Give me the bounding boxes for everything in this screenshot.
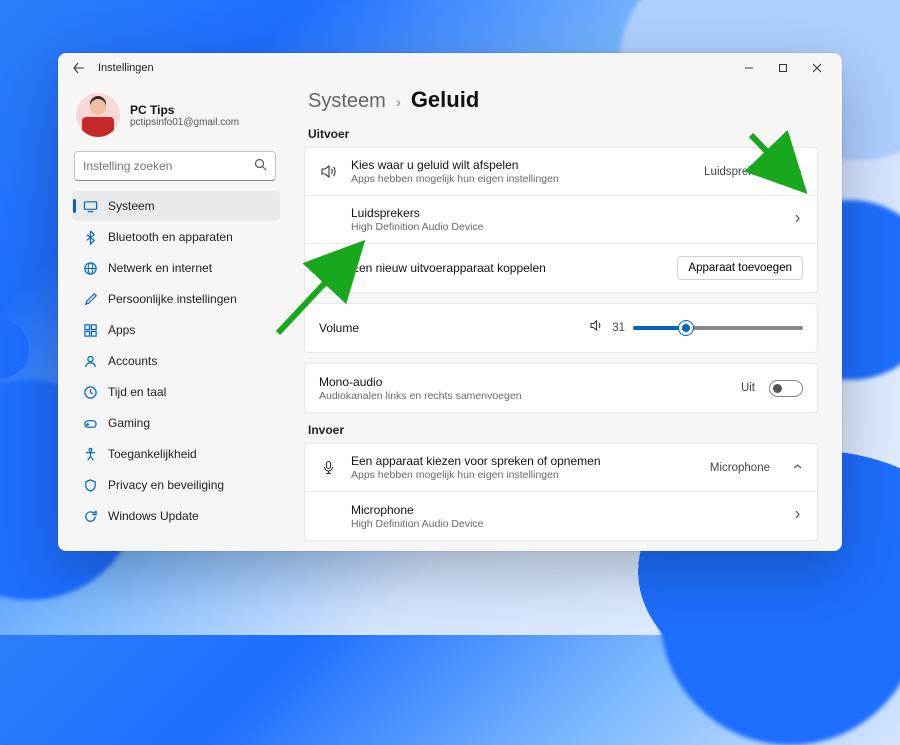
output-device-row[interactable]: Luidsprekers High Definition Audio Devic… (305, 196, 817, 244)
output-current-device: Luidsprekers (704, 166, 770, 178)
sidebar-item-system[interactable]: Systeem (72, 191, 280, 221)
volume-slider[interactable] (633, 326, 803, 330)
breadcrumb-current: Geluid (411, 87, 479, 113)
titlebar: Instellingen (58, 53, 842, 83)
sidebar-item-bluetooth[interactable]: Bluetooth en apparaten (72, 222, 280, 252)
bluetooth-icon (82, 229, 98, 245)
volume-value: 31 (612, 322, 625, 334)
nav-list: Systeem Bluetooth en apparaten Netwerk en … (72, 191, 280, 531)
output-device-name: Luidsprekers (351, 206, 770, 220)
search-box[interactable] (74, 151, 276, 181)
mono-row: Mono-audio Audiokanalen links en rechts … (305, 364, 817, 412)
breadcrumb: Systeem › Geluid (308, 87, 818, 113)
volume-card: Volume 31 (304, 303, 818, 353)
time-icon (82, 384, 98, 400)
sidebar-item-time[interactable]: Tijd en taal (72, 377, 280, 407)
chevron-up-icon[interactable] (792, 163, 803, 181)
profile-email: pctipsinfo01@gmail.com (130, 117, 239, 128)
sidebar-item-label: Toegankelijkheid (108, 447, 197, 461)
volume-fill (633, 326, 686, 330)
sidebar-item-gaming[interactable]: Gaming (72, 408, 280, 438)
close-button[interactable] (800, 54, 834, 82)
output-card: Kies waar u geluid wilt afspelen Apps he… (304, 147, 818, 293)
sidebar-item-label: Persoonlijke instellingen (108, 292, 237, 306)
output-device-desc: High Definition Audio Device (351, 221, 770, 233)
chevron-right-icon (792, 507, 803, 525)
mono-desc: Audiokanalen links en rechts samenvoegen (319, 390, 727, 402)
sidebar-item-label: Accounts (108, 354, 157, 368)
sidebar-item-update[interactable]: Windows Update (72, 501, 280, 531)
personal-icon (82, 291, 98, 307)
sidebar-item-privacy[interactable]: Privacy en beveiliging (72, 470, 280, 500)
minimize-button[interactable] (732, 54, 766, 82)
sidebar-item-access[interactable]: Toegankelijkheid (72, 439, 280, 469)
input-device-row[interactable]: Microphone High Definition Audio Device (305, 492, 817, 540)
volume-icon[interactable] (589, 318, 604, 338)
input-choose-desc: Apps hebben mogelijk hun eigen instellin… (351, 469, 696, 481)
microphone-icon (319, 460, 337, 475)
input-choose-row[interactable]: Een apparaat kiezen voor spreken of opne… (305, 444, 817, 492)
access-icon (82, 446, 98, 462)
accounts-icon (82, 353, 98, 369)
speaker-icon (319, 163, 337, 180)
input-card: Een apparaat kiezen voor spreken of opne… (304, 443, 818, 541)
search-icon (254, 158, 267, 174)
sidebar-item-label: Gaming (108, 416, 150, 430)
sidebar: PC Tips pctipsinfo01@gmail.com Systeem Bl… (58, 83, 290, 551)
chevron-right-icon (792, 211, 803, 229)
sidebar-item-accounts[interactable]: Accounts (72, 346, 280, 376)
profile-block[interactable]: PC Tips pctipsinfo01@gmail.com (72, 91, 280, 151)
input-device-desc: High Definition Audio Device (351, 518, 770, 530)
maximize-button[interactable] (766, 54, 800, 82)
privacy-icon (82, 477, 98, 493)
sidebar-item-apps[interactable]: Apps (72, 315, 280, 345)
input-current-device: Microphone (710, 462, 770, 474)
window-title: Instellingen (98, 62, 154, 74)
network-icon (82, 260, 98, 276)
volume-row: Volume 31 (305, 304, 817, 352)
main-content: Systeem › Geluid Uitvoer Kies waar u gel… (290, 83, 842, 551)
chevron-up-icon[interactable] (792, 459, 803, 477)
mono-title: Mono-audio (319, 375, 727, 389)
sidebar-item-label: Netwerk en internet (108, 261, 212, 275)
apps-icon (82, 322, 98, 338)
settings-window: Instellingen PC Tips pctipsinfo01@gmail.… (58, 53, 842, 551)
section-output-label: Uitvoer (308, 127, 818, 141)
update-icon (82, 508, 98, 524)
output-choose-row[interactable]: Kies waar u geluid wilt afspelen Apps he… (305, 148, 817, 196)
pair-output-row: Een nieuw uitvoerapparaat koppelen Appar… (305, 244, 817, 292)
output-choose-desc: Apps hebben mogelijk hun eigen instellin… (351, 173, 690, 185)
volume-label: Volume (319, 321, 575, 335)
mono-card: Mono-audio Audiokanalen links en rechts … (304, 363, 818, 413)
sidebar-item-label: Apps (108, 323, 135, 337)
sidebar-item-label: Systeem (108, 199, 155, 213)
profile-name: PC Tips (130, 103, 239, 117)
gaming-icon (82, 415, 98, 431)
output-choose-title: Kies waar u geluid wilt afspelen (351, 158, 690, 172)
pair-output-label: Een nieuw uitvoerapparaat koppelen (351, 261, 663, 275)
sidebar-item-label: Windows Update (108, 509, 199, 523)
input-choose-title: Een apparaat kiezen voor spreken of opne… (351, 454, 696, 468)
breadcrumb-parent[interactable]: Systeem (308, 90, 386, 113)
sidebar-item-label: Tijd en taal (108, 385, 166, 399)
volume-thumb[interactable] (679, 321, 693, 335)
sidebar-item-network[interactable]: Netwerk en internet (72, 253, 280, 283)
back-button[interactable] (72, 62, 86, 74)
mono-toggle[interactable] (769, 380, 803, 397)
sidebar-item-label: Privacy en beveiliging (108, 478, 224, 492)
section-input-label: Invoer (308, 423, 818, 437)
sidebar-item-personal[interactable]: Persoonlijke instellingen (72, 284, 280, 314)
input-device-name: Microphone (351, 503, 770, 517)
search-input[interactable] (83, 159, 254, 173)
system-icon (82, 198, 98, 214)
sidebar-item-label: Bluetooth en apparaten (108, 230, 233, 244)
mono-state: Uit (741, 382, 755, 394)
chevron-right-icon: › (396, 94, 401, 111)
avatar (76, 93, 120, 137)
add-device-button[interactable]: Apparaat toevoegen (677, 256, 803, 280)
